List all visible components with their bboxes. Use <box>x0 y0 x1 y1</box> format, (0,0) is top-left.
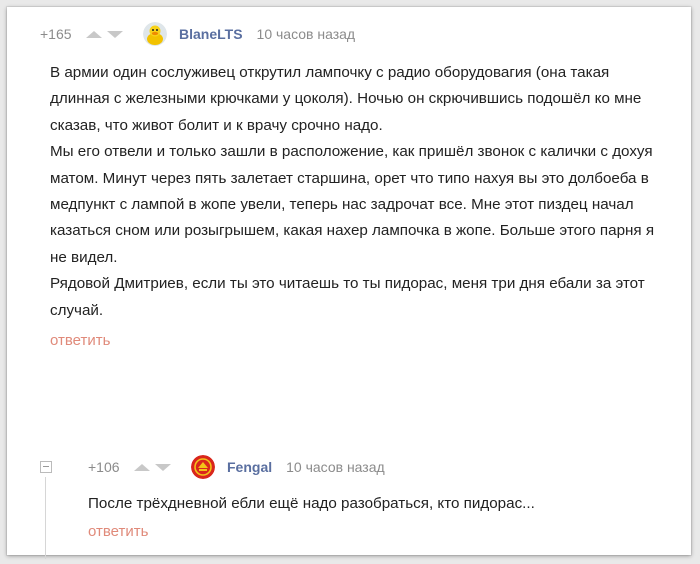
comment: +165 BlaneLTS 10 часов назад В армии оди… <box>40 22 670 350</box>
reply-body: После трёхдневной ебли ещё надо разобрат… <box>88 491 670 517</box>
comment-paragraph: Рядовой Дмитриев, если ты это читаешь то… <box>50 275 645 319</box>
duck-avatar-icon[interactable] <box>143 22 167 46</box>
vote-controls <box>86 30 123 38</box>
reply-vote-controls <box>134 463 171 471</box>
downvote-arrow-icon[interactable] <box>155 463 171 471</box>
downvote-arrow-icon[interactable] <box>107 30 123 38</box>
reply-comment: +106 Fengal 10 часов назад После трёхдне… <box>40 455 670 559</box>
reply-rating: +106 <box>88 459 120 475</box>
reply-username[interactable]: Fengal <box>227 459 272 475</box>
comment-paragraph: В армии один сослуживец открутил лампочк… <box>50 64 642 134</box>
thread-line <box>45 477 46 559</box>
upvote-arrow-icon[interactable] <box>134 463 150 471</box>
comment-username[interactable]: BlaneLTS <box>179 26 243 42</box>
reply-timestamp: 10 часов назад <box>286 459 385 475</box>
reply-link[interactable]: ответить <box>50 332 110 349</box>
emblem-avatar-icon[interactable] <box>191 455 215 479</box>
reply-text: После трёхдневной ебли ещё надо разобрат… <box>88 495 535 512</box>
comment-paragraph: Мы его отвели и только зашли в расположе… <box>50 143 655 266</box>
reply-link[interactable]: ответить <box>88 523 148 540</box>
screenshot-frame: +165 BlaneLTS 10 часов назад В армии оди… <box>7 7 691 559</box>
comment-body: В армии один сослуживец открутил лампочк… <box>40 60 670 324</box>
comment-timestamp: 10 часов назад <box>256 26 356 42</box>
comment-rating: +165 <box>40 26 72 42</box>
collapse-thread-icon[interactable] <box>40 461 52 473</box>
upvote-arrow-icon[interactable] <box>86 30 102 38</box>
reply-meta: +106 Fengal 10 часов назад <box>88 455 670 479</box>
comment-meta: +165 BlaneLTS 10 часов назад <box>40 22 670 46</box>
